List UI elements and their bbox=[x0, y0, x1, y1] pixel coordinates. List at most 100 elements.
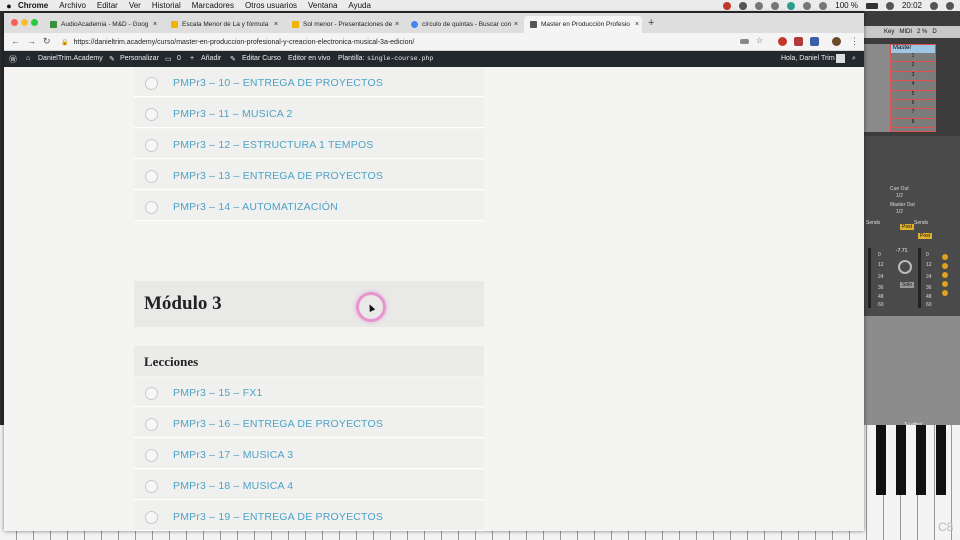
template-filename[interactable]: single-course.php bbox=[367, 55, 433, 62]
lesson-row[interactable]: PMPr3 – 14 – AUTOMATIZACIÓN bbox=[134, 191, 484, 221]
customize-link[interactable]: Personalizar bbox=[120, 55, 159, 62]
lesson-link[interactable]: PMPr3 – 12 – ESTRUCTURA 1 TEMPOS bbox=[173, 139, 374, 151]
key-toggle[interactable]: Key bbox=[884, 29, 894, 35]
reload-icon[interactable]: ↻ bbox=[43, 36, 51, 47]
user-greeting[interactable]: Hola, Daniel Trim bbox=[781, 55, 835, 62]
lesson-link[interactable]: PMPr3 – 15 – FX1 bbox=[173, 387, 263, 399]
lesson-row[interactable]: PMPr3 – 19 – ENTREGA DE PROYECTOS bbox=[134, 501, 484, 531]
lesson-link[interactable]: PMPr3 – 18 – MUSICA 4 bbox=[173, 480, 293, 492]
user-avatar[interactable] bbox=[836, 54, 845, 63]
lesson-row[interactable]: PMPr3 – 12 – ESTRUCTURA 1 TEMPOS bbox=[134, 129, 484, 159]
volume-icon[interactable] bbox=[803, 1, 812, 10]
tab-audioacademia[interactable]: AudioAcademia - M&D - Goog × bbox=[44, 16, 160, 33]
track-activator-buttons[interactable] bbox=[942, 254, 949, 304]
menu-ver[interactable]: Ver bbox=[129, 1, 141, 10]
battery-icon[interactable] bbox=[865, 2, 878, 9]
master-out-select[interactable]: 1/2 bbox=[896, 209, 903, 215]
extension-recorder-icon[interactable] bbox=[778, 37, 787, 46]
lesson-row[interactable]: PMPr3 – 17 – MUSICA 3 bbox=[134, 439, 484, 469]
lesson-link[interactable]: PMPr3 – 16 – ENTREGA DE PROYECTOS bbox=[173, 418, 383, 430]
back-arrow-icon[interactable]: ← bbox=[11, 36, 20, 46]
template-label[interactable]: Plantilla: bbox=[338, 55, 364, 62]
post-button[interactable]: Post bbox=[900, 224, 915, 230]
black-key[interactable] bbox=[876, 425, 886, 495]
lesson-row[interactable]: PMPr3 – 15 – FX1 bbox=[134, 377, 484, 407]
key-icon[interactable] bbox=[740, 39, 749, 44]
lesson-link[interactable]: PMPr3 – 14 – AUTOMATIZACIÓN bbox=[173, 201, 338, 213]
close-tab-icon[interactable]: × bbox=[511, 21, 521, 28]
url-text[interactable]: https://danieltrim.academy/curso/master-… bbox=[73, 39, 414, 46]
live-editor-link[interactable]: Editor en vivo bbox=[288, 55, 330, 62]
master-track-header[interactable]: Master bbox=[891, 45, 935, 53]
close-tab-icon[interactable]: × bbox=[632, 21, 642, 28]
close-window-button[interactable] bbox=[11, 19, 18, 26]
user-icon[interactable] bbox=[885, 1, 894, 10]
lesson-row[interactable]: PMPr3 – 16 – ENTREGA DE PROYECTOS bbox=[134, 408, 484, 438]
battery-percent[interactable]: 100 % bbox=[835, 1, 858, 10]
tab-sol-menor[interactable]: Sol menor - Presentaciones de × bbox=[286, 16, 402, 33]
extension-blue-icon[interactable] bbox=[810, 37, 819, 46]
search-icon[interactable] bbox=[930, 1, 938, 10]
sync-icon[interactable] bbox=[755, 1, 764, 10]
cue-out-select[interactable]: 1/2 bbox=[896, 193, 903, 199]
ableton-master-track[interactable]: Master 1 2 3 4 5 6 7 8 bbox=[890, 44, 936, 132]
search-icon[interactable]: ⌕ bbox=[852, 55, 856, 63]
post-button-2[interactable]: Post bbox=[918, 233, 933, 239]
lesson-link[interactable]: PMPr3 – 10 – ENTREGA DE PROYECTOS bbox=[173, 77, 383, 89]
close-tab-icon[interactable]: × bbox=[392, 21, 402, 28]
edit-course-link[interactable]: Editar Curso bbox=[242, 55, 281, 62]
menu-ventana[interactable]: Ventana bbox=[308, 1, 337, 10]
black-key[interactable] bbox=[896, 425, 906, 495]
apple-icon[interactable]: ● bbox=[0, 1, 18, 11]
menu-editar[interactable]: Editar bbox=[97, 1, 118, 10]
lesson-row[interactable]: PMPr3 – 10 – ENTREGA DE PROYECTOS bbox=[134, 67, 484, 97]
black-key[interactable] bbox=[916, 425, 926, 495]
comments-count[interactable]: 0 bbox=[177, 55, 181, 62]
new-tab-button[interactable]: + bbox=[648, 17, 654, 29]
scene-slot[interactable]: 1 bbox=[891, 53, 935, 63]
midi-toggle[interactable]: MIDI bbox=[899, 29, 912, 35]
tab-circulo-quintas[interactable]: círculo de quintas - Buscar con × bbox=[405, 16, 521, 33]
minimize-window-button[interactable] bbox=[21, 19, 28, 26]
clock[interactable]: 20:02 bbox=[902, 1, 922, 10]
zoom-window-button[interactable] bbox=[31, 19, 38, 26]
notification-center-icon[interactable] bbox=[946, 1, 954, 10]
menu-chrome[interactable]: Chrome bbox=[18, 1, 48, 10]
menu-otros-usuarios[interactable]: Otros usuarios bbox=[245, 1, 297, 10]
lesson-row[interactable]: PMPr3 – 11 – MUSICA 2 bbox=[134, 98, 484, 128]
forward-arrow-icon[interactable]: → bbox=[27, 36, 36, 46]
site-name-link[interactable]: DanielTrim.Academy bbox=[38, 55, 103, 62]
lesson-link[interactable]: PMPr3 – 11 – MUSICA 2 bbox=[173, 108, 293, 120]
scene-slot[interactable]: 2 bbox=[891, 62, 935, 72]
menu-historial[interactable]: Historial bbox=[152, 1, 181, 10]
profile-avatar-icon[interactable] bbox=[832, 37, 841, 46]
lesson-link[interactable]: PMPr3 – 17 – MUSICA 3 bbox=[173, 449, 293, 461]
pencil-icon[interactable]: ✎ bbox=[230, 55, 236, 63]
menu-marcadores[interactable]: Marcadores bbox=[192, 1, 234, 10]
tab-master-produccion[interactable]: Master en Producción Profesio × bbox=[524, 16, 642, 33]
tab-escala-menor[interactable]: Escala Menor de La y fórmula × bbox=[165, 16, 281, 33]
dropbox-icon[interactable] bbox=[739, 1, 748, 10]
chrome-menu-icon[interactable]: ⋮ bbox=[850, 36, 859, 47]
address-bar[interactable]: 🔒 https://danieltrim.academy/curso/maste… bbox=[61, 36, 731, 48]
lesson-row[interactable]: PMPr3 – 13 – ENTREGA DE PROYECTOS bbox=[134, 160, 484, 190]
lesson-link[interactable]: PMPr3 – 19 – ENTREGA DE PROYECTOS bbox=[173, 511, 383, 523]
wifi-icon[interactable] bbox=[819, 1, 828, 10]
add-new-link[interactable]: Añadir bbox=[201, 55, 221, 62]
scene-slot[interactable]: 8 bbox=[891, 119, 935, 129]
scene-slot[interactable]: 4 bbox=[891, 81, 935, 91]
volume-knob[interactable] bbox=[898, 260, 912, 274]
close-tab-icon[interactable]: × bbox=[271, 21, 281, 28]
scene-slot[interactable]: 3 bbox=[891, 72, 935, 82]
lesson-row[interactable]: PMPr3 – 18 – MUSICA 4 bbox=[134, 470, 484, 500]
home-icon[interactable]: ⌂ bbox=[26, 55, 30, 62]
scene-slot[interactable]: 6 bbox=[891, 100, 935, 110]
scene-slot[interactable]: 5 bbox=[891, 91, 935, 100]
plus-icon[interactable]: + bbox=[190, 55, 194, 62]
menu-ayuda[interactable]: Ayuda bbox=[348, 1, 371, 10]
lesson-link[interactable]: PMPr3 – 13 – ENTREGA DE PROYECTOS bbox=[173, 170, 383, 182]
comments-icon[interactable]: ▭ bbox=[165, 55, 172, 63]
bluetooth-icon[interactable] bbox=[771, 1, 780, 10]
extension-icon[interactable] bbox=[794, 37, 803, 46]
menu-archivo[interactable]: Archivo bbox=[59, 1, 86, 10]
